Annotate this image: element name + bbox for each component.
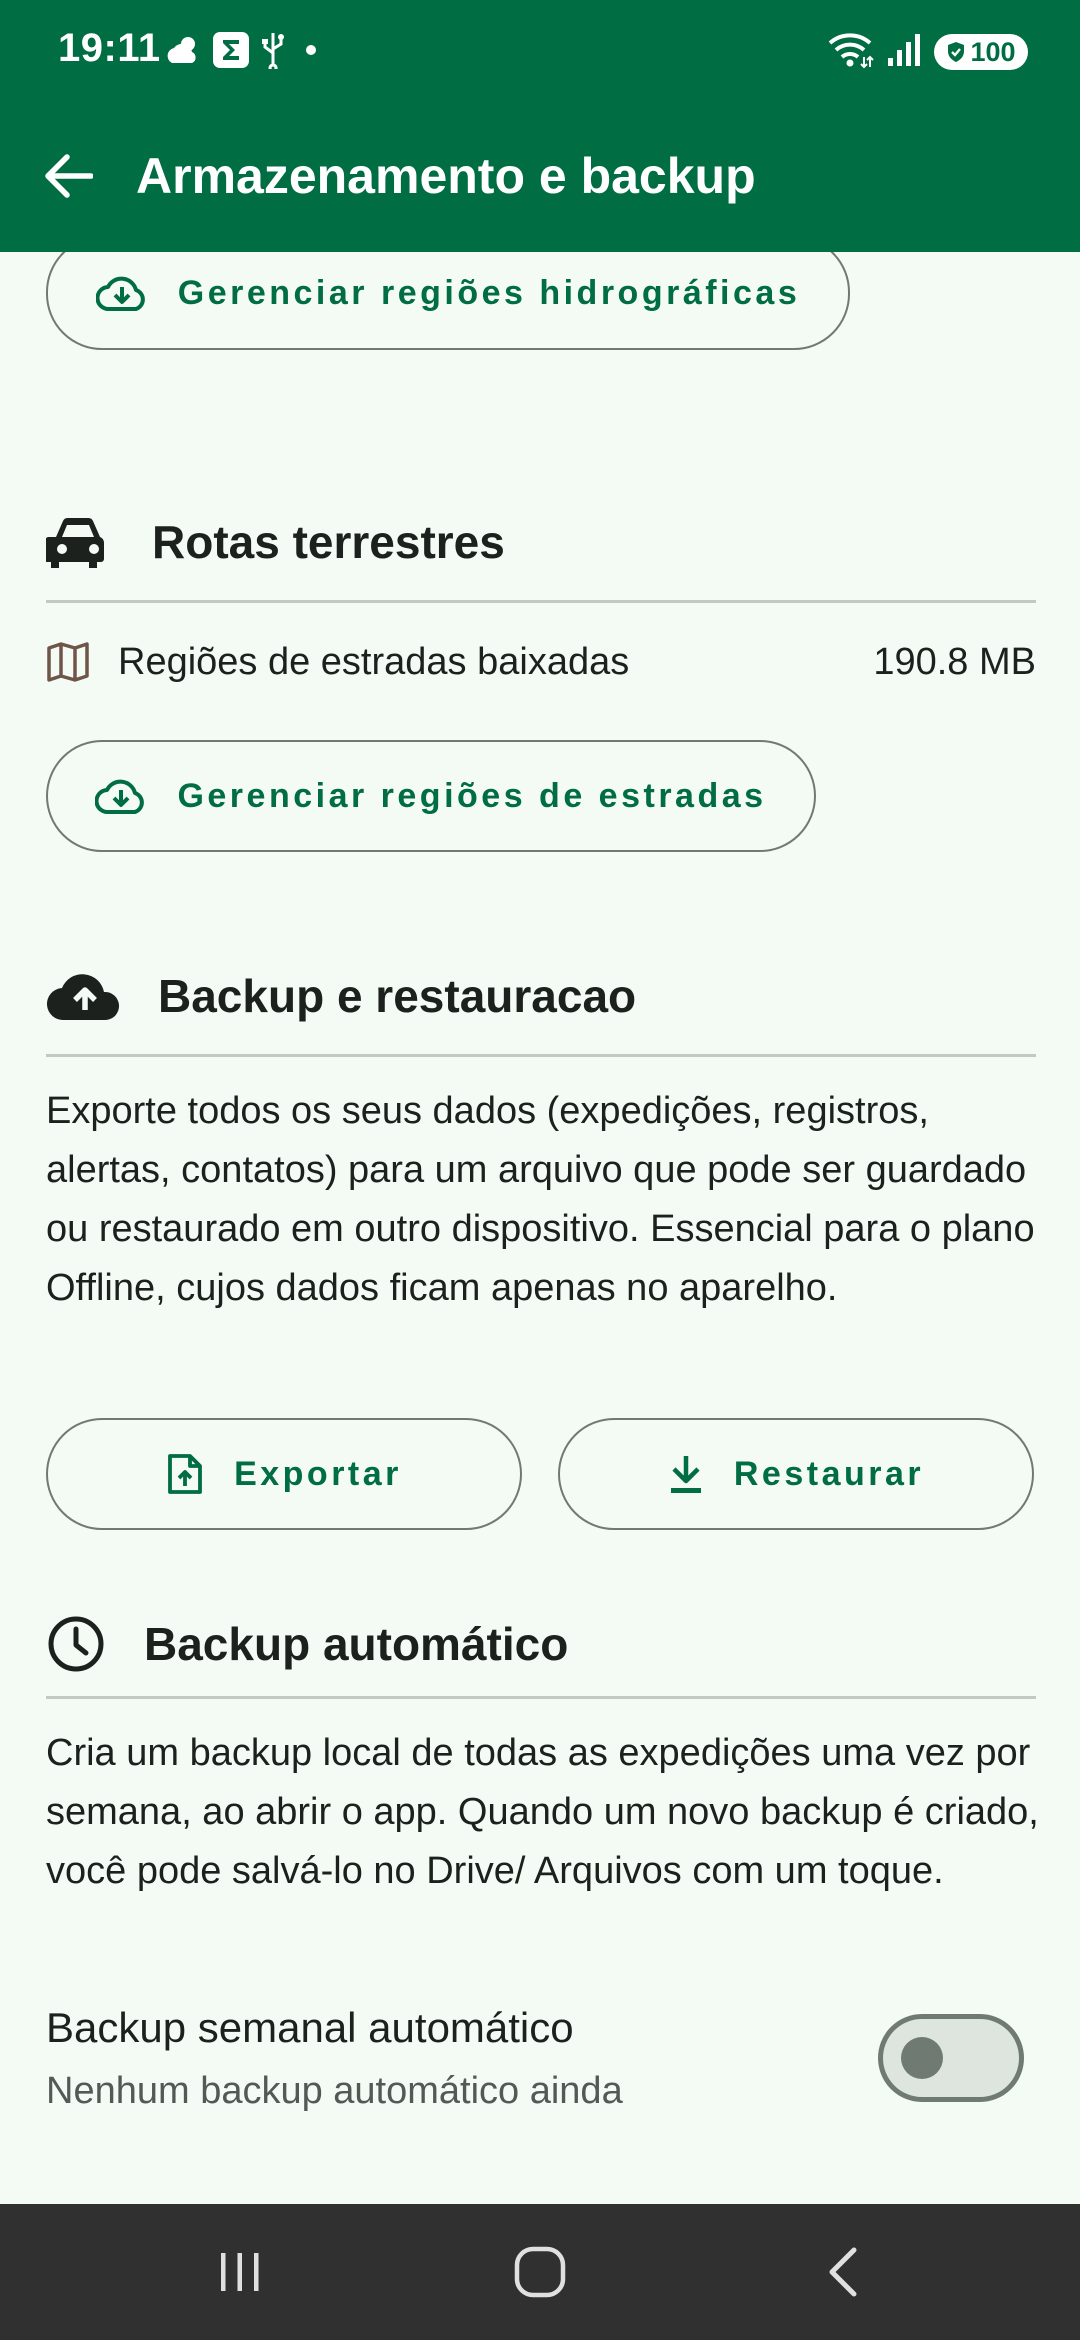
recent-apps-icon [221,2253,259,2291]
download-icon [668,1454,704,1494]
clock-icon [46,1614,106,1674]
weekly-backup-label: Backup semanal automático [46,2004,574,2051]
auto-backup-description: Cria um backup local de todas as expediç… [46,1732,1039,1892]
home-button[interactable] [504,2238,576,2306]
cloud-download-icon [95,776,147,816]
backup-description: Exporte todos os seus dados (expedições,… [46,1090,1035,1309]
manage-road-regions-label: Gerenciar regiões de estradas [177,776,767,815]
battery-level: 100 [970,36,1016,67]
manage-hydro-regions-label: Gerenciar regiões hidrográficas [177,273,801,312]
status-icons-left [164,30,326,74]
restore-button[interactable]: Restaurar [558,1418,1034,1530]
roads-section-header: Rotas terrestres [46,502,505,582]
sigma-app-icon [212,31,250,74]
signal-icon [886,32,922,73]
chevron-left-icon [829,2247,857,2297]
downloaded-roads-size: 190.8 MB [873,640,1036,683]
restore-label: Restaurar [733,1454,925,1493]
auto-backup-section-header: Backup automático [46,1604,568,1684]
usb-icon [260,31,286,74]
settings-content[interactable]: Gerenciar regiões hidrográficas Rotas te… [0,252,1080,2204]
file-upload-icon [166,1452,204,1496]
map-icon [46,642,90,682]
backup-divider [46,1054,1036,1057]
cloud-download-icon [95,273,148,313]
manage-road-regions-button[interactable]: Gerenciar regiões de estradas [46,740,816,852]
downloaded-roads-row: Regiões de estradas baixadas 190.8 MB [46,632,1036,692]
manage-hydro-regions-button[interactable]: Gerenciar regiões hidrográficas [46,252,850,350]
back-nav-button[interactable] [808,2238,880,2306]
wifi-icon [826,31,874,74]
roads-divider [46,600,1036,603]
roads-section-title: Rotas terrestres [152,516,505,568]
app-bar: Armazenamento e backup [0,104,1080,252]
auto-backup-section-title: Backup automático [144,1618,569,1670]
status-time: 19:11 [58,26,161,70]
backup-section-header: Backup e restauracao [46,956,636,1036]
recent-apps-button[interactable] [204,2238,276,2306]
status-bar: 19:11 100 [0,0,1080,104]
back-button[interactable] [36,144,100,208]
car-icon [46,513,110,571]
weekly-backup-status: Nenhum backup automático ainda [46,2070,623,2112]
backup-section-title: Backup e restauracao [158,970,637,1022]
home-icon [514,2246,566,2298]
export-button[interactable]: Exportar [46,1418,522,1530]
export-label: Exportar [234,1454,402,1493]
weather-icon [164,33,202,72]
arrow-back-icon [45,154,93,198]
cloud-upload-icon [46,968,124,1024]
status-icons-right: 100 [826,30,1028,74]
system-nav-bar [0,2204,1080,2340]
weekly-backup-toggle[interactable] [878,2014,1024,2102]
toggle-thumb [901,2037,943,2079]
page-title: Armazenamento e backup [136,148,756,204]
battery-icon: 100 [934,34,1028,70]
dot-icon [296,40,326,65]
downloaded-roads-label: Regiões de estradas baixadas [118,640,630,683]
auto-backup-divider [46,1696,1036,1699]
